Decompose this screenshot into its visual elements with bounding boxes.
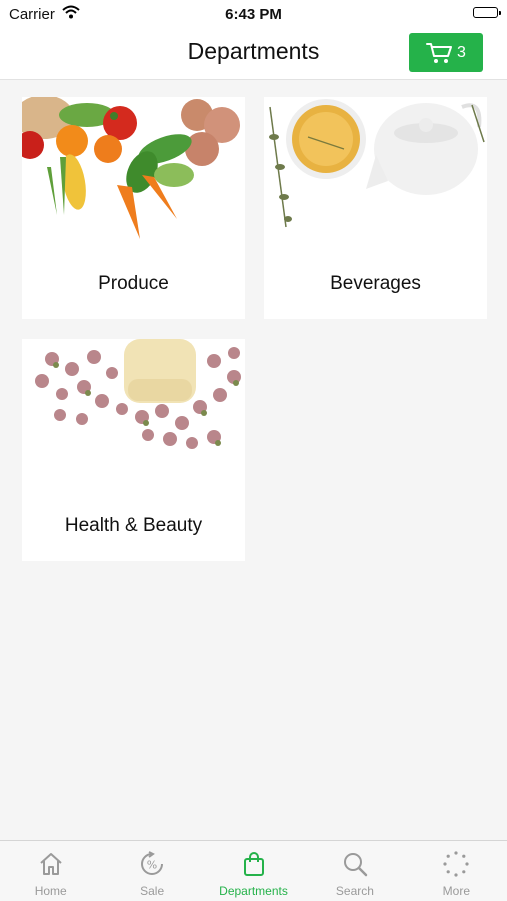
tab-label: More bbox=[442, 884, 470, 898]
status-time: 6:43 PM bbox=[225, 6, 282, 23]
department-card-produce[interactable]: Produce bbox=[22, 97, 245, 319]
department-card-health-beauty[interactable]: Health & Beauty bbox=[22, 339, 245, 561]
shopping-bag-icon bbox=[243, 852, 264, 876]
tab-search[interactable]: Search bbox=[304, 841, 405, 901]
department-name: Health & Beauty bbox=[64, 515, 203, 536]
tab-sale[interactable]: % Sale bbox=[101, 841, 202, 901]
tab-bar: Home % Sale Departments Search More bbox=[0, 840, 507, 901]
sale-icon: % bbox=[141, 851, 164, 875]
tab-home[interactable]: Home bbox=[0, 841, 101, 901]
tab-label: Sale bbox=[140, 884, 165, 898]
department-name: Produce bbox=[98, 273, 169, 294]
svg-text:%: % bbox=[147, 859, 157, 872]
tab-label: Departments bbox=[219, 884, 288, 898]
tab-more[interactable]: More bbox=[406, 841, 507, 901]
cart-icon bbox=[426, 42, 453, 63]
produce-image bbox=[22, 97, 245, 247]
search-icon bbox=[343, 853, 368, 877]
navigation-bar: Departments 3 bbox=[0, 28, 507, 80]
department-name: Beverages bbox=[330, 273, 421, 294]
health-beauty-image bbox=[22, 339, 245, 489]
tab-departments[interactable]: Departments bbox=[203, 841, 304, 901]
cart-count: 3 bbox=[457, 43, 466, 61]
status-bar: Carrier 6:43 PM bbox=[0, 0, 507, 28]
home-icon bbox=[40, 853, 62, 875]
beverages-image bbox=[264, 97, 487, 247]
department-card-beverages[interactable]: Beverages bbox=[264, 97, 487, 319]
tab-label: Home bbox=[34, 884, 67, 898]
cart-button[interactable]: 3 bbox=[409, 33, 483, 72]
more-icon bbox=[443, 851, 469, 877]
battery-icon bbox=[473, 7, 501, 18]
tab-label: Search bbox=[335, 884, 374, 898]
